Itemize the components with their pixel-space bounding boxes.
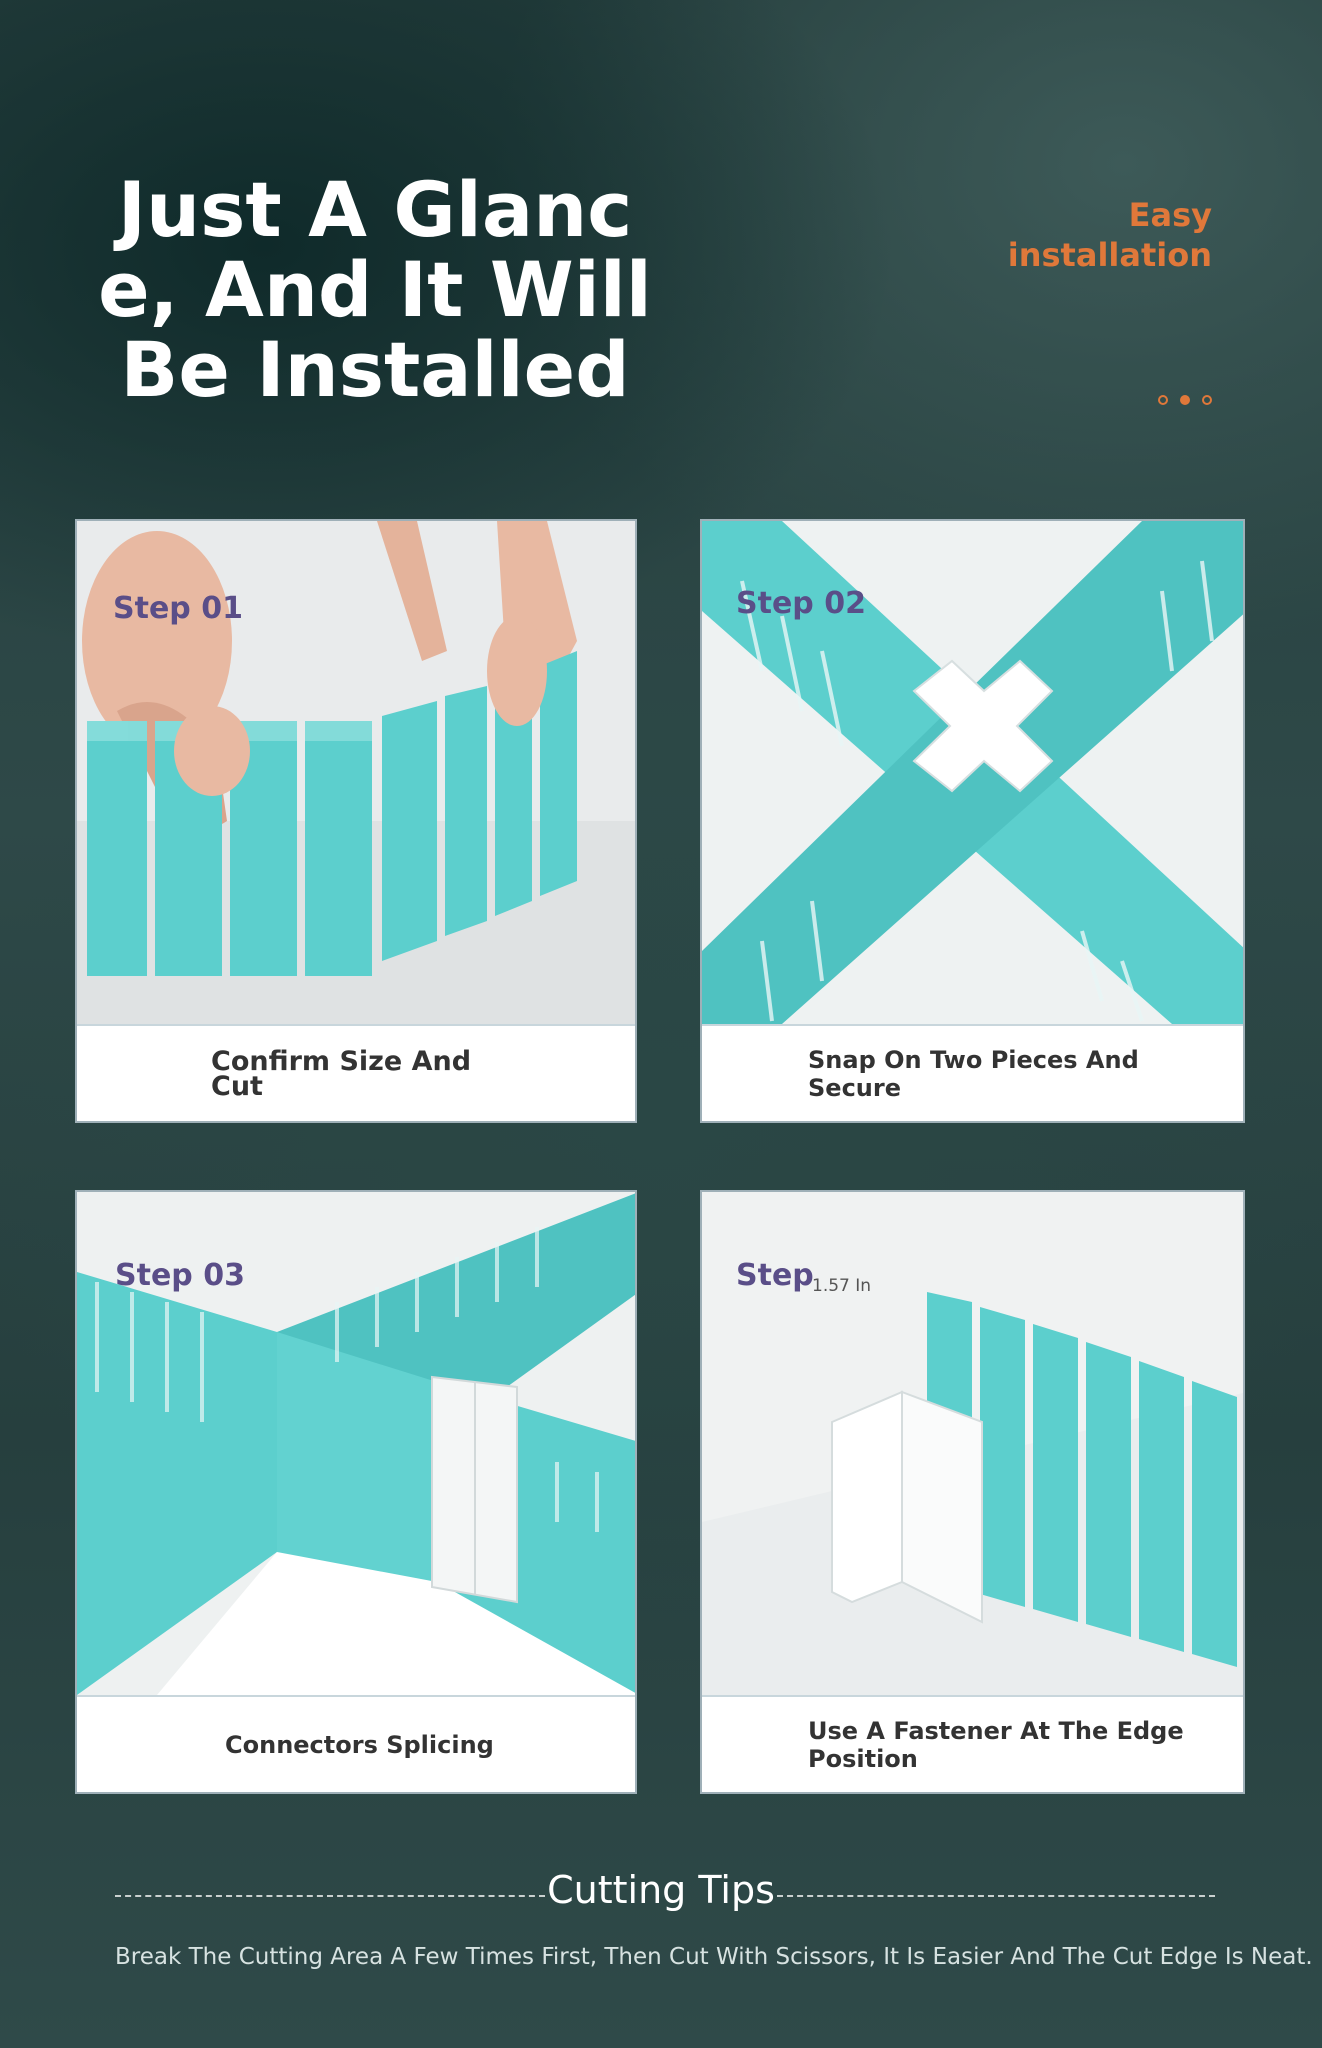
carousel-dots[interactable] [1158,395,1212,405]
carousel-dot-active[interactable] [1180,395,1190,405]
easy-installation-badge: Easy installation [1007,196,1212,274]
step-3-label: Step 03 [115,1258,245,1293]
step-1-label: Step 01 [113,591,243,626]
step-1-caption: Confirm Size And Cut [77,1024,635,1121]
step-3-caption: Connectors Splicing [77,1695,635,1792]
page-title: Just A Glanc e, And It Will Be Installed [98,165,652,414]
step-card-3: Step 03 Connectors Splicing [75,1190,637,1794]
step-4-measurement: 1.57 In [812,1276,872,1296]
step-2-caption: Snap On Two Pieces And Secure [702,1024,1243,1121]
tips-title: Cutting Tips [547,1868,775,1912]
step-card-4: Step 1.57 In Use A Fastener At The Edge … [700,1190,1245,1794]
carousel-dot[interactable] [1158,395,1168,405]
tips-text: Break The Cutting Area A Few Times First… [115,1944,1313,1970]
step-4-label: Step [736,1258,814,1293]
step-card-1: Step 01 Confirm Size And Cut [75,519,637,1123]
step-4-caption: Use A Fastener At The Edge Position [702,1695,1243,1792]
step-card-2: Step 02 Snap On Two Pieces And Secure [700,519,1245,1123]
carousel-dot[interactable] [1202,395,1212,405]
step-2-label: Step 02 [736,586,866,621]
